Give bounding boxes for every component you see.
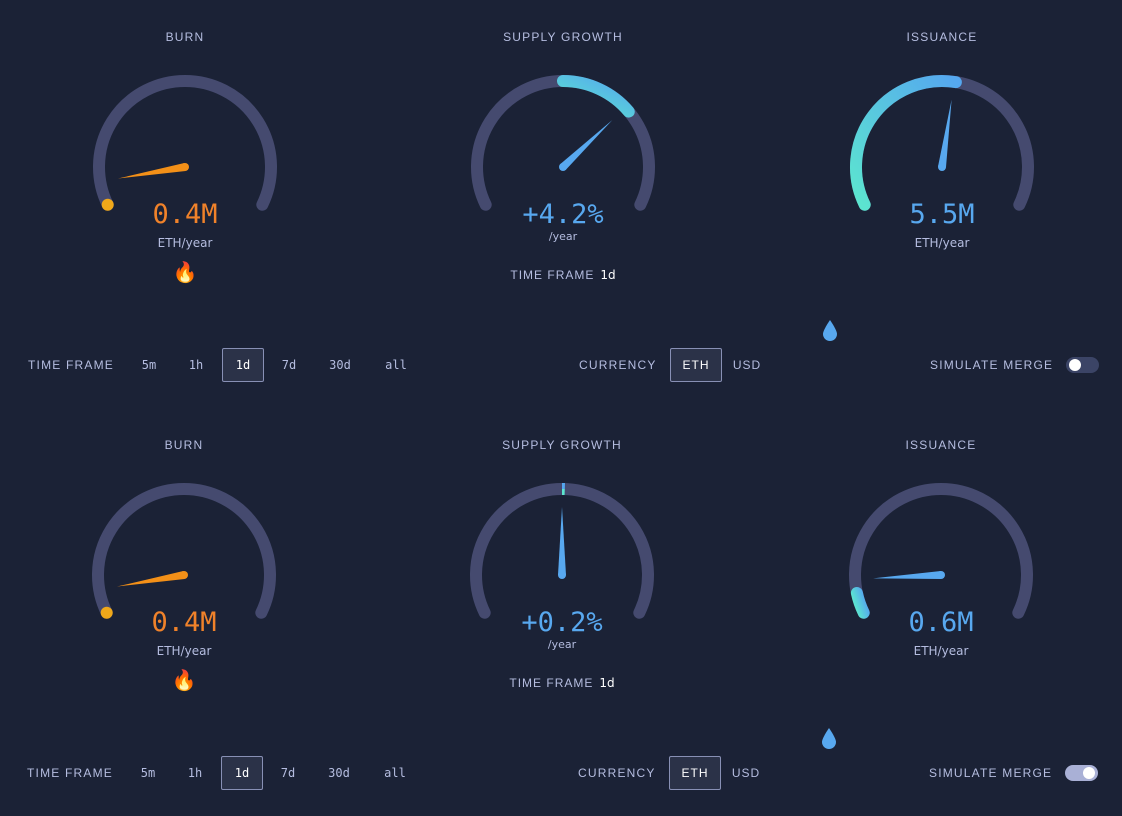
gauge-needle xyxy=(558,507,566,575)
issuance-gauge: ISSUANCE 5.5M ETH/year xyxy=(822,0,1062,310)
supply-growth-unit: /year xyxy=(443,230,683,243)
time-frame-option-5m[interactable]: 5m xyxy=(131,756,165,788)
time-frame-label: TIME FRAME xyxy=(510,268,594,282)
gauge-needle xyxy=(873,571,941,579)
gauge-needle xyxy=(117,571,185,586)
burn-title: BURN xyxy=(65,30,305,44)
supply-growth-title: SUPPLY GROWTH xyxy=(443,30,683,44)
time-frame-label: TIME FRAME xyxy=(509,676,593,690)
time-frame-option-all[interactable]: all xyxy=(375,756,415,788)
gauge-track xyxy=(98,489,270,613)
currency-label: CURRENCY xyxy=(578,766,656,780)
time-frame-option-1d[interactable]: 1d xyxy=(222,348,264,382)
supply-growth-time-frame: TIME FRAME 1d xyxy=(443,268,683,282)
issuance-value: 0.6M xyxy=(821,607,1061,638)
gauge-needle xyxy=(118,163,186,178)
supply-growth-gauge: SUPPLY GROWTH +0.2% /year TIME FRAME 1d xyxy=(442,408,682,718)
gauge-fill xyxy=(856,81,956,205)
time-frame-option-7d[interactable]: 7d xyxy=(272,348,306,380)
issuance-title: ISSUANCE xyxy=(821,438,1061,452)
currency-label: CURRENCY xyxy=(579,358,657,372)
time-frame-option-30d[interactable]: 30d xyxy=(320,348,360,380)
time-frame-option-30d[interactable]: 30d xyxy=(319,756,359,788)
currency-option-usd[interactable]: USD xyxy=(728,348,766,380)
simulate-merge-label: SIMULATE MERGE xyxy=(929,766,1052,780)
burn-value: 0.4M xyxy=(65,199,305,230)
burn-gauge: BURN 0.4M ETH/year 🔥 xyxy=(65,0,305,310)
toggle-knob xyxy=(1069,359,1081,371)
time-frame-option-all[interactable]: all xyxy=(376,348,416,380)
time-frame-value: 1d xyxy=(600,268,615,282)
currency-option-usd[interactable]: USD xyxy=(727,756,765,788)
gauge-needle-hub xyxy=(558,571,566,579)
time-frame-value: 1d xyxy=(599,676,614,690)
supply-growth-gauge: SUPPLY GROWTH +4.2% /year TIME FRAME 1d xyxy=(443,0,683,310)
burn-title: BURN xyxy=(64,438,304,452)
dashboard-panel-1: BURN 0.4M ETH/year 🔥 SUPPLY GROWTH +4.2%… xyxy=(0,0,1122,408)
issuance-title: ISSUANCE xyxy=(822,30,1062,44)
issuance-gauge: ISSUANCE 0.6M ETH/year xyxy=(821,408,1061,718)
simulate-merge-toggle[interactable] xyxy=(1066,357,1099,373)
controls-bar: TIME FRAME 5m 1h 1d 7d 30d all CURRENCY … xyxy=(0,348,1122,382)
time-frame-option-1d[interactable]: 1d xyxy=(221,756,263,790)
gauge-needle-hub xyxy=(180,571,188,579)
supply-growth-time-frame: TIME FRAME 1d xyxy=(442,676,682,690)
dashboard-panel-2: BURN 0.4M ETH/year 🔥 SUPPLY GROWTH +0.2%… xyxy=(0,408,1122,816)
gauge-needle xyxy=(938,100,952,168)
supply-growth-value: +4.2% xyxy=(443,199,683,230)
gauge-track xyxy=(855,489,1027,613)
time-frame-option-1h[interactable]: 1h xyxy=(179,348,213,380)
time-frame-label: TIME FRAME xyxy=(27,766,113,780)
supply-growth-unit: /year xyxy=(442,638,682,651)
issuance-unit: ETH/year xyxy=(822,236,1062,250)
gauge-track xyxy=(99,81,271,205)
burn-unit: ETH/year xyxy=(64,644,304,658)
supply-growth-title: SUPPLY GROWTH xyxy=(442,438,682,452)
currency-option-eth[interactable]: ETH xyxy=(669,756,721,790)
fire-icon: 🔥 xyxy=(65,260,305,285)
gauge-needle-hub xyxy=(938,163,946,171)
time-frame-label: TIME FRAME xyxy=(28,358,114,372)
burn-gauge: BURN 0.4M ETH/year 🔥 xyxy=(64,408,304,718)
time-frame-option-7d[interactable]: 7d xyxy=(271,756,305,788)
gauge-needle xyxy=(560,120,612,170)
supply-growth-value: +0.2% xyxy=(442,607,682,638)
controls-bar: TIME FRAME 5m 1h 1d 7d 30d all CURRENCY … xyxy=(0,756,1122,790)
currency-option-eth[interactable]: ETH xyxy=(670,348,722,382)
simulate-merge-label: SIMULATE MERGE xyxy=(930,358,1053,372)
toggle-knob xyxy=(1083,767,1095,779)
burn-value: 0.4M xyxy=(64,607,304,638)
gauge-needle-hub xyxy=(937,571,945,579)
gauge-needle-hub xyxy=(181,163,189,171)
simulate-merge-toggle[interactable] xyxy=(1065,765,1098,781)
gauge-needle-hub xyxy=(559,163,567,171)
issuance-unit: ETH/year xyxy=(821,644,1061,658)
time-frame-option-1h[interactable]: 1h xyxy=(178,756,212,788)
gauge-fill xyxy=(563,81,629,112)
burn-unit: ETH/year xyxy=(65,236,305,250)
time-frame-option-5m[interactable]: 5m xyxy=(132,348,166,380)
issuance-value: 5.5M xyxy=(822,199,1062,230)
fire-icon: 🔥 xyxy=(64,668,304,693)
